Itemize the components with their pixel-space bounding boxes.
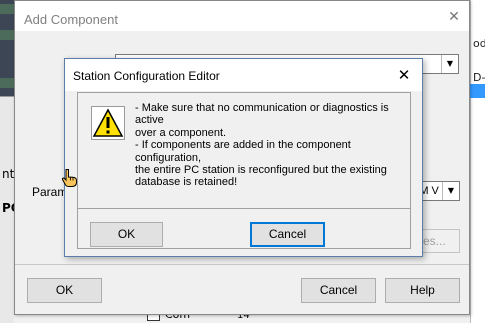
button-panel: OK Cancel [77,209,411,249]
dialog-title-bar: Station Configuration Editor ✕ [65,59,422,91]
station-configuration-editor-dialog: Station Configuration Editor ✕ - Make su… [64,58,423,257]
help-button[interactable]: Help [385,278,460,303]
properties-button-label: es... [423,234,446,248]
close-icon[interactable]: ✕ [396,67,412,83]
message-line: over a component. [135,126,227,139]
hand-cursor-icon [61,169,77,187]
dialog-title: Station Configuration Editor [73,69,220,83]
close-icon[interactable]: ✕ [447,10,461,24]
message-line: - If components are added in the compone… [135,139,351,164]
cancel-button[interactable]: Cancel [301,278,376,303]
dialog-title-bar: Add Component ✕ [15,1,469,31]
warning-message: - Make sure that no communication or dia… [135,102,407,189]
background-label: D- [473,71,485,84]
status-chip [0,4,14,14]
chevron-down-icon[interactable]: ▼ [442,182,459,200]
ok-button[interactable]: OK [27,278,102,303]
message-panel: - Make sure that no communication or dia… [77,92,411,209]
divider [15,264,469,265]
status-chip [0,30,14,40]
background-label: ode [473,37,485,50]
warning-icon [91,106,125,140]
message-line: database is retained! [135,176,238,189]
message-line: the entire PC station is reconfigured bu… [135,164,387,177]
chevron-down-icon[interactable]: ▼ [441,55,458,73]
message-line: - Make sure that no communication or dia… [135,102,389,127]
status-chip [0,78,14,88]
ok-button[interactable]: OK [90,222,163,247]
background-selected-row [470,84,485,98]
dialog-title: Add Component [24,12,118,27]
background-label: nt [2,167,15,181]
cancel-button[interactable]: Cancel [250,222,325,247]
